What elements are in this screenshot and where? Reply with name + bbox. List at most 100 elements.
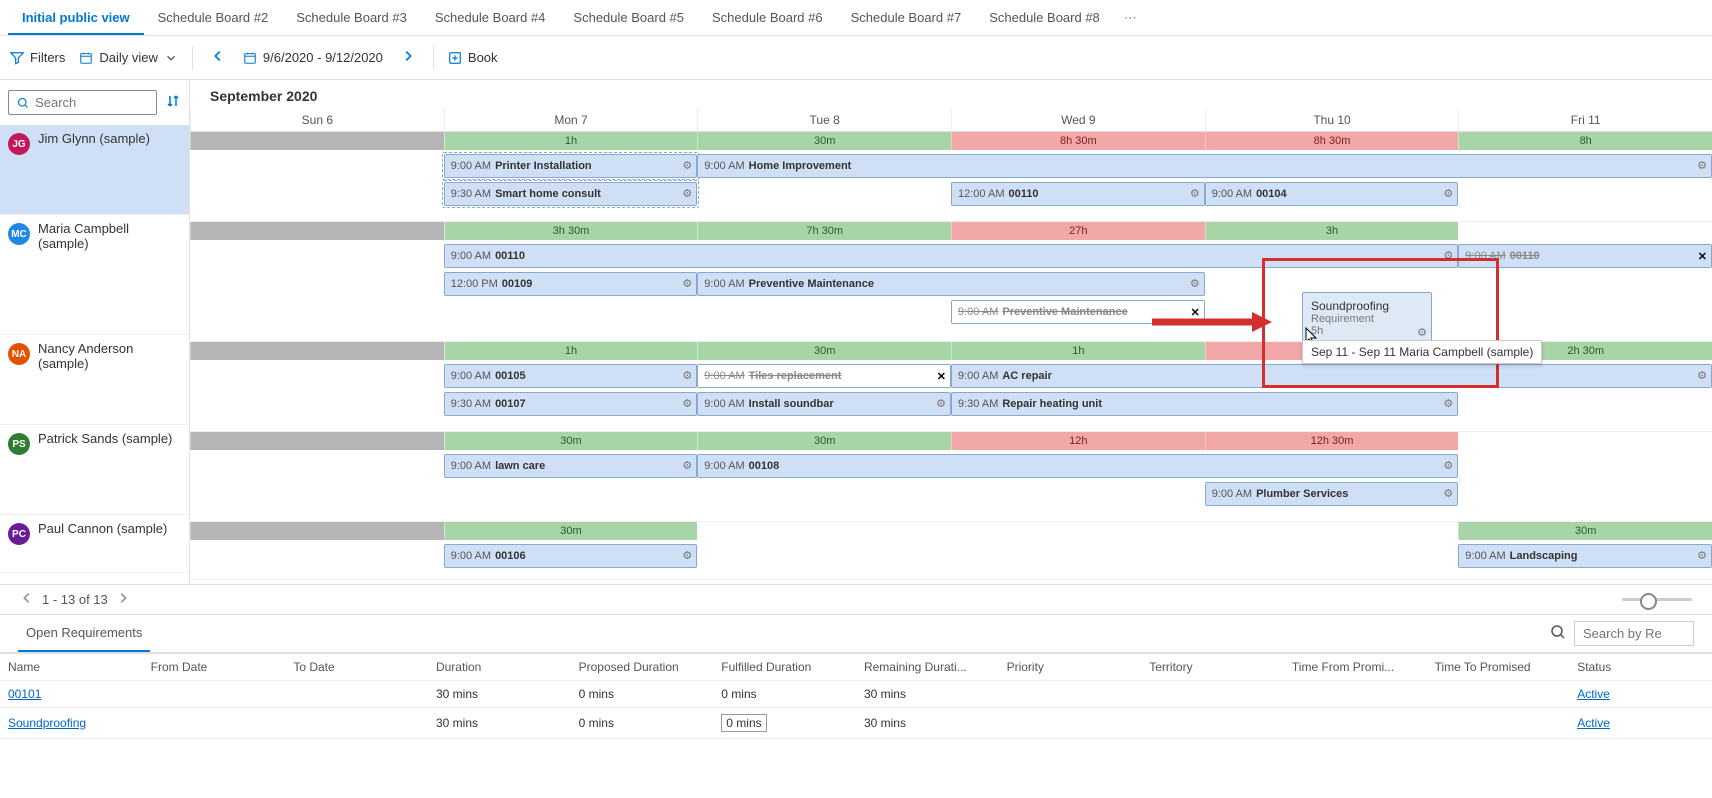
gear-icon: ⚙	[1697, 371, 1707, 382]
timeline-row[interactable]: 30m30m9:00 AM00106⚙9:00 AMLandscaping⚙	[190, 522, 1712, 580]
grid-column-header[interactable]: Territory	[1141, 654, 1284, 681]
board-tab[interactable]: Schedule Board #8	[975, 2, 1114, 35]
booking-event[interactable]: 12:00 PM00109⚙	[444, 272, 698, 296]
grid-search-input[interactable]	[1574, 621, 1694, 646]
event-label: 00110	[495, 250, 525, 262]
filters-button[interactable]: Filters	[10, 50, 65, 65]
grid-column-header[interactable]: Proposed Duration	[571, 654, 714, 681]
booking-event[interactable]: 9:00 AMAC repair⚙	[951, 364, 1712, 388]
grid-row[interactable]: 0010130 mins0 mins0 mins30 minsActive	[0, 681, 1712, 708]
grid-column-header[interactable]: Duration	[428, 654, 571, 681]
capacity-cell	[1205, 522, 1459, 540]
booking-event[interactable]: 9:00 AMInstall soundbar⚙	[697, 392, 951, 416]
requirement-name-link[interactable]: 00101	[8, 687, 41, 701]
sort-button[interactable]	[165, 93, 181, 112]
event-label: Tiles replacement	[749, 370, 842, 382]
grid-cell: 30 mins	[856, 708, 999, 739]
grid-column-header[interactable]: Name	[0, 654, 143, 681]
divider	[192, 46, 193, 70]
fulfilled-duration-cell[interactable]: 0 mins	[721, 714, 766, 732]
board-tab[interactable]: Schedule Board #7	[837, 2, 976, 35]
capacity-cell	[697, 522, 951, 540]
event-label: 00105	[495, 370, 526, 382]
grid-cell: Soundproofing	[0, 708, 143, 739]
resource-search[interactable]	[8, 90, 157, 115]
grid-column-header[interactable]: To Date	[285, 654, 428, 681]
booking-event[interactable]: 9:00 AMPlumber Services⚙	[1205, 482, 1459, 506]
status-link[interactable]: Active	[1577, 716, 1610, 730]
capacity-bar: 3h 30m7h 30m27h3h	[190, 222, 1712, 240]
requirement-name-link[interactable]: Soundproofing	[8, 716, 86, 730]
requirements-tab[interactable]: Open Requirements	[18, 615, 150, 652]
board-tab[interactable]: Schedule Board #3	[282, 2, 421, 35]
resource-row[interactable]: JGJim Glynn (sample)	[0, 125, 189, 215]
resource-row[interactable]: NANancy Anderson (sample)	[0, 335, 189, 425]
capacity-cell: 8h 30m	[951, 132, 1205, 150]
board-tab[interactable]: Schedule Board #2	[144, 2, 283, 35]
requirements-panel: Open Requirements NameFrom DateTo DateDu…	[0, 614, 1712, 739]
date-range-picker[interactable]: 9/6/2020 - 9/12/2020	[243, 50, 383, 65]
booking-event[interactable]: 9:30 AMRepair heating unit⚙	[951, 392, 1458, 416]
grid-cell	[999, 681, 1142, 708]
view-dropdown[interactable]: Daily view	[79, 50, 178, 65]
drag-card-sub: Requirement	[1311, 313, 1423, 325]
grid-column-header[interactable]: From Date	[143, 654, 286, 681]
booking-event[interactable]: 9:30 AM00107⚙	[444, 392, 698, 416]
drag-card[interactable]: Soundproofing Requirement 5h ⚙	[1302, 292, 1432, 344]
booking-event[interactable]: 9:00 AM00110✕	[1458, 244, 1712, 268]
grid-column-header[interactable]: Priority	[999, 654, 1142, 681]
booking-event[interactable]: 9:00 AM00106⚙	[444, 544, 698, 568]
board-tab[interactable]: Schedule Board #6	[698, 2, 837, 35]
resource-search-input[interactable]	[35, 95, 148, 110]
close-icon[interactable]: ✕	[937, 370, 946, 383]
zoom-slider[interactable]	[1622, 598, 1692, 601]
booking-event[interactable]: 9:00 AM00110⚙	[444, 244, 1459, 268]
resource-row[interactable]: PCPaul Cannon (sample)	[0, 515, 189, 573]
calendar-icon	[243, 51, 257, 65]
event-time: 9:00 AM	[1465, 550, 1505, 562]
event-time: 9:00 AM	[704, 278, 744, 290]
timeline-row[interactable]: 1h30m8h 30m8h 30m8h9:00 AMPrinter Instal…	[190, 132, 1712, 222]
resource-row[interactable]: PSPatrick Sands (sample)	[0, 425, 189, 515]
board-tab[interactable]: Schedule Board #4	[421, 2, 560, 35]
grid-search-button[interactable]	[1550, 624, 1566, 643]
grid-column-header[interactable]: Remaining Durati...	[856, 654, 999, 681]
grid-column-header[interactable]: Status	[1569, 654, 1712, 681]
pager-prev[interactable]	[20, 591, 34, 608]
capacity-cell	[1458, 222, 1712, 240]
capacity-cell: 12h 30m	[1205, 432, 1459, 450]
grid-row[interactable]: Soundproofing30 mins0 mins0 mins30 minsA…	[0, 708, 1712, 739]
event-time: 9:00 AM	[451, 460, 491, 472]
prev-range-button[interactable]	[207, 45, 229, 70]
board-tab[interactable]: Schedule Board #5	[559, 2, 698, 35]
book-button[interactable]: Book	[448, 50, 498, 65]
board-tab[interactable]: Initial public view	[8, 2, 144, 35]
event-time: 9:00 AM	[704, 398, 744, 410]
booking-event[interactable]: 9:00 AM00105⚙	[444, 364, 698, 388]
resource-row[interactable]: MCMaria Campbell (sample)	[0, 215, 189, 335]
grid-cell	[285, 708, 428, 739]
booking-event[interactable]: 9:00 AMPreventive Maintenance⚙	[697, 272, 1204, 296]
grid-column-header[interactable]: Fulfilled Duration	[713, 654, 856, 681]
close-icon[interactable]: ✕	[1698, 250, 1707, 263]
arrow-annotation	[1152, 310, 1272, 337]
booking-event[interactable]: 9:00 AMTiles replacement✕	[697, 364, 951, 388]
drag-tooltip: Sep 11 - Sep 11 Maria Campbell (sample)	[1302, 340, 1542, 364]
booking-event[interactable]: 9:00 AMLandscaping⚙	[1458, 544, 1712, 568]
booking-event[interactable]: 9:00 AMPrinter Installation⚙	[444, 154, 698, 178]
booking-event[interactable]: 9:30 AMSmart home consult⚙	[444, 182, 698, 206]
timeline-row[interactable]: 30m30m12h12h 30m9:00 AMlawn care⚙9:00 AM…	[190, 432, 1712, 522]
booking-event[interactable]: 9:00 AM00108⚙	[697, 454, 1458, 478]
grid-column-header[interactable]: Time To Promised	[1427, 654, 1570, 681]
booking-event[interactable]: 9:00 AMHome Improvement⚙	[697, 154, 1712, 178]
grid-column-header[interactable]: Time From Promi...	[1284, 654, 1427, 681]
timeline-row[interactable]: 3h 30m7h 30m27h3h9:00 AM00110⚙9:00 AM001…	[190, 222, 1712, 342]
status-link[interactable]: Active	[1577, 687, 1610, 701]
next-range-button[interactable]	[397, 45, 419, 70]
more-tabs-button[interactable]: ⋯	[1114, 10, 1147, 26]
booking-event[interactable]: 9:00 AM00104⚙	[1205, 182, 1459, 206]
timeline-title: September 2020	[190, 80, 1712, 108]
booking-event[interactable]: 9:00 AMlawn care⚙	[444, 454, 698, 478]
booking-event[interactable]: 12:00 AM00110⚙	[951, 182, 1205, 206]
pager-next[interactable]	[116, 591, 130, 608]
